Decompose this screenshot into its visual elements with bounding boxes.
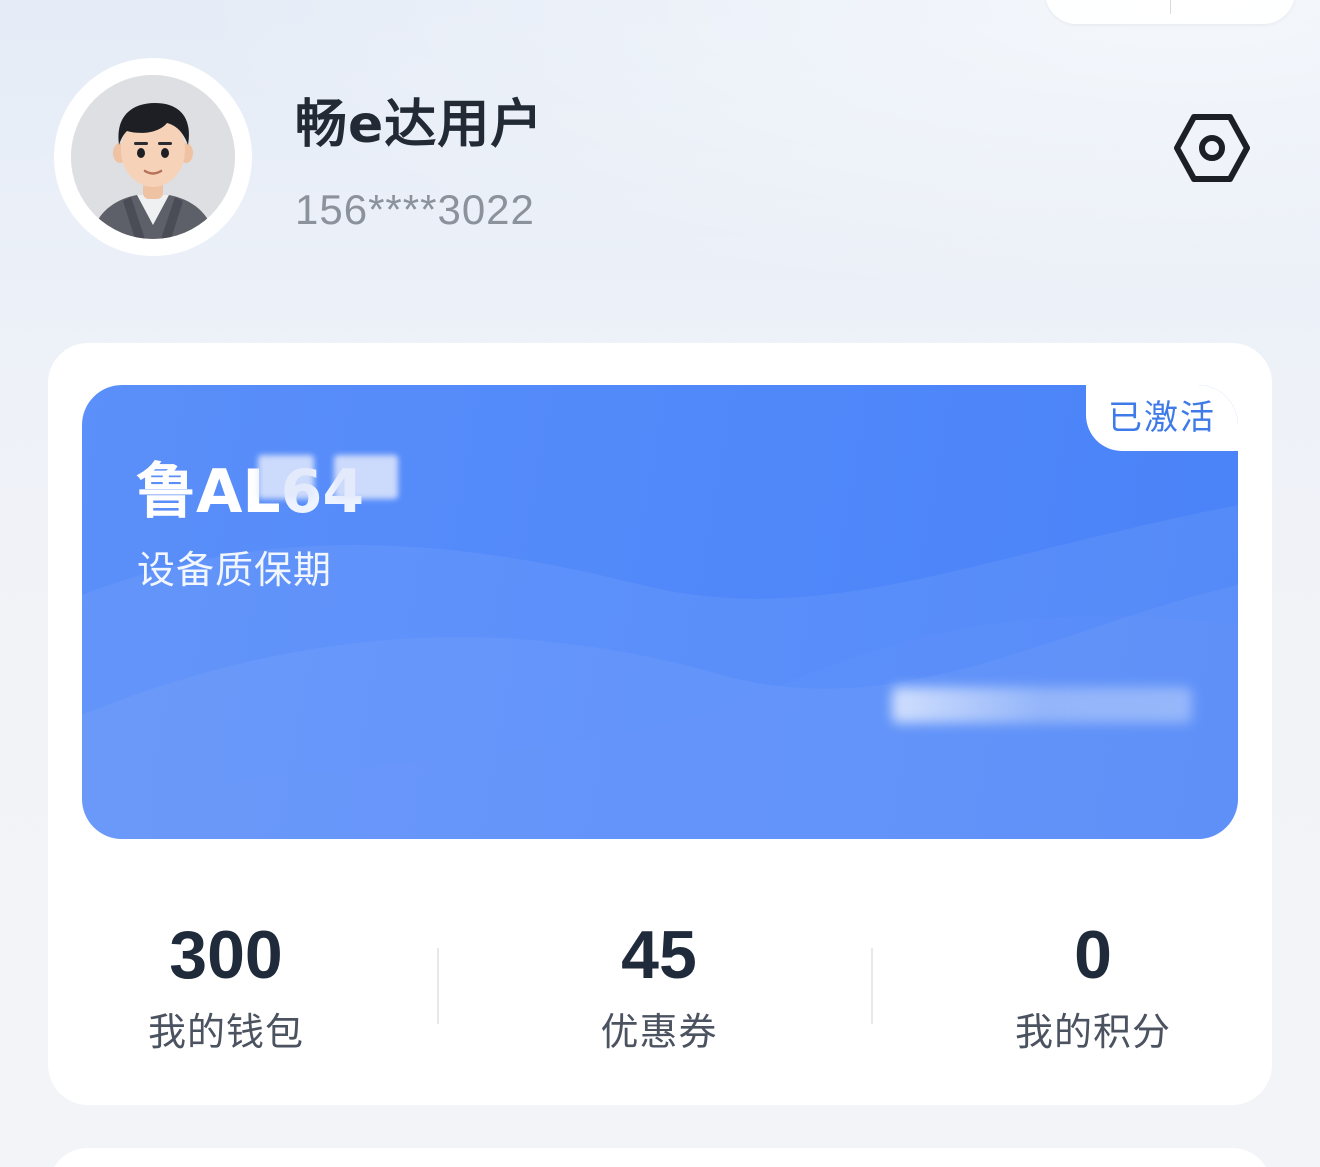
- privacy-mask: [258, 455, 314, 499]
- status-badge: 已激活: [1086, 385, 1238, 451]
- wallet-value: 300: [169, 917, 283, 993]
- device-card[interactable]: 已激活 鲁AL64 设备质保期: [82, 385, 1238, 839]
- settings-button[interactable]: [1172, 112, 1252, 184]
- coupons-label: 优惠券: [600, 1010, 718, 1054]
- avatar-frame[interactable]: [54, 58, 252, 256]
- license-plate: 鲁AL64: [136, 443, 364, 530]
- blurred-warranty-date: [892, 687, 1192, 723]
- stat-coupons[interactable]: 45 优惠券: [489, 913, 829, 1056]
- stat-divider: [871, 948, 873, 1024]
- wallet-label: 我的钱包: [147, 1010, 304, 1054]
- stat-points[interactable]: 0 我的积分: [923, 913, 1263, 1056]
- avatar[interactable]: [71, 75, 235, 239]
- stat-divider: [437, 948, 439, 1024]
- mini-program-capsule[interactable]: [1045, 0, 1295, 24]
- coupons-value: 45: [621, 917, 697, 993]
- points-label: 我的积分: [1014, 1010, 1171, 1054]
- stat-wallet[interactable]: 300 我的钱包: [56, 913, 396, 1056]
- warranty-label: 设备质保期: [137, 548, 333, 592]
- capsule-divider: [1170, 0, 1171, 14]
- privacy-mask: [334, 455, 398, 499]
- next-section-card: [48, 1148, 1272, 1167]
- user-name: 畅e达用户: [295, 95, 544, 155]
- settings-icon: [1174, 114, 1250, 182]
- points-value: 0: [1074, 917, 1112, 993]
- avatar-illustration-icon: [71, 75, 235, 239]
- account-card: 已激活 鲁AL64 设备质保期 300 我的钱包 45 优惠券 0 我的积分: [48, 343, 1272, 1105]
- user-phone: 156****3022: [295, 186, 535, 233]
